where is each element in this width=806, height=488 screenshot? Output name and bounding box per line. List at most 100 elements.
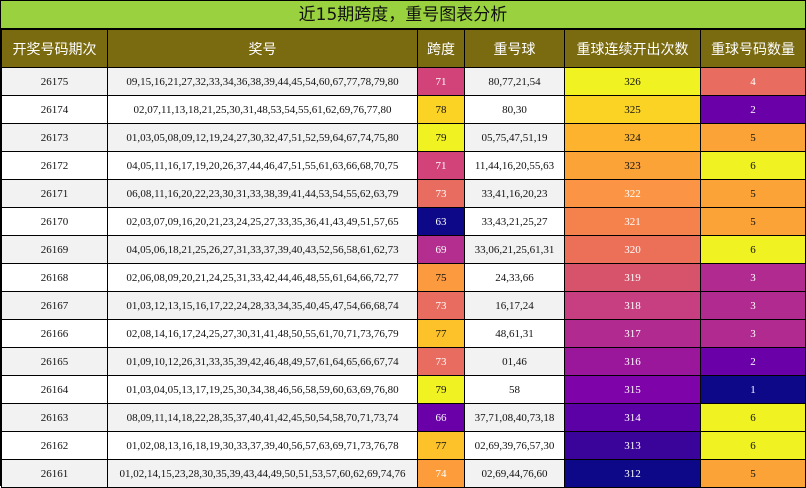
- cell-streak: 319: [564, 263, 701, 292]
- cell-period: 26165: [1, 347, 108, 376]
- cell-count: 2: [700, 95, 806, 124]
- cell-streak: 324: [564, 123, 701, 152]
- cell-numbers: 09,15,16,21,27,32,33,34,36,38,39,44,45,5…: [107, 67, 418, 96]
- header-count: 重球号码数量: [700, 29, 806, 68]
- cell-span: 73: [417, 347, 465, 376]
- cell-span: 71: [417, 151, 465, 180]
- table-row: 26170 02,03,07,09,16,20,21,23,24,25,27,33…: [1, 207, 806, 236]
- header-row: 开奖号码期次 奖号 跨度 重号球 重球连续开出次数 重球号码数量: [1, 29, 806, 68]
- cell-span: 77: [417, 319, 465, 348]
- cell-period: 26168: [1, 263, 108, 292]
- cell-numbers: 04,05,06,18,21,25,26,27,31,33,37,39,40,4…: [107, 235, 418, 264]
- table-row: 26163 08,09,11,14,18,22,28,35,37,40,41,42…: [1, 403, 806, 432]
- cell-period: 26173: [1, 123, 108, 152]
- cell-streak: 312: [564, 459, 701, 488]
- header-numbers: 奖号: [107, 29, 418, 68]
- cell-streak: 316: [564, 347, 701, 376]
- cell-span: 74: [417, 459, 465, 488]
- cell-period: 26166: [1, 319, 108, 348]
- cell-streak: 326: [564, 67, 701, 96]
- cell-streak: 320: [564, 235, 701, 264]
- cell-numbers: 02,07,11,13,18,21,25,30,31,48,53,54,55,6…: [107, 95, 418, 124]
- cell-count: 5: [700, 179, 806, 208]
- cell-period: 26167: [1, 291, 108, 320]
- cell-span: 77: [417, 431, 465, 460]
- cell-period: 26163: [1, 403, 108, 432]
- table-row: 26167 01,03,12,13,15,16,17,22,24,28,33,34…: [1, 291, 806, 320]
- table-row: 26166 02,08,14,16,17,24,25,27,30,31,41,48…: [1, 319, 806, 348]
- table-row: 26165 01,09,10,12,26,31,33,35,39,42,46,48…: [1, 347, 806, 376]
- cell-streak: 317: [564, 319, 701, 348]
- cell-numbers: 08,09,11,14,18,22,28,35,37,40,41,42,45,5…: [107, 403, 418, 432]
- cell-span: 63: [417, 207, 465, 236]
- cell-span: 73: [417, 291, 465, 320]
- cell-span: 78: [417, 95, 465, 124]
- cell-count: 3: [700, 263, 806, 292]
- cell-repeat: 80,77,21,54: [464, 67, 565, 96]
- cell-repeat: 05,75,47,51,19: [464, 123, 565, 152]
- table-body: 26175 09,15,16,21,27,32,33,34,36,38,39,44…: [1, 67, 806, 488]
- cell-count: 4: [700, 67, 806, 96]
- cell-streak: 321: [564, 207, 701, 236]
- cell-repeat: 37,71,08,40,73,18: [464, 403, 565, 432]
- table-row: 26161 01,02,14,15,23,28,30,35,39,43,44,49…: [1, 459, 806, 488]
- cell-span: 71: [417, 67, 465, 96]
- table-row: 26174 02,07,11,13,18,21,25,30,31,48,53,54…: [1, 95, 806, 124]
- cell-repeat: 80,30: [464, 95, 565, 124]
- cell-span: 75: [417, 263, 465, 292]
- cell-count: 6: [700, 403, 806, 432]
- cell-streak: 322: [564, 179, 701, 208]
- cell-period: 26172: [1, 151, 108, 180]
- cell-numbers: 06,08,11,16,20,22,23,30,31,33,38,39,41,4…: [107, 179, 418, 208]
- cell-count: 5: [700, 207, 806, 236]
- cell-numbers: 01,03,12,13,15,16,17,22,24,28,33,34,35,4…: [107, 291, 418, 320]
- cell-period: 26161: [1, 459, 108, 488]
- cell-repeat: 24,33,66: [464, 263, 565, 292]
- cell-numbers: 01,03,05,08,09,12,19,24,27,30,32,47,51,5…: [107, 123, 418, 152]
- cell-span: 66: [417, 403, 465, 432]
- cell-repeat: 02,69,39,76,57,30: [464, 431, 565, 460]
- cell-period: 26171: [1, 179, 108, 208]
- page-title: 近15期跨度，重号图表分析: [1, 1, 805, 29]
- cell-span: 79: [417, 123, 465, 152]
- cell-repeat: 33,41,16,20,23: [464, 179, 565, 208]
- table-row: 26169 04,05,06,18,21,25,26,27,31,33,37,39…: [1, 235, 806, 264]
- cell-numbers: 04,05,11,16,17,19,20,26,37,44,46,47,51,5…: [107, 151, 418, 180]
- cell-count: 1: [700, 375, 806, 404]
- table-row: 26164 01,03,04,05,13,17,19,25,30,34,38,46…: [1, 375, 806, 404]
- cell-repeat: 11,44,16,20,55,63: [464, 151, 565, 180]
- cell-period: 26170: [1, 207, 108, 236]
- cell-repeat: 58: [464, 375, 565, 404]
- cell-span: 73: [417, 179, 465, 208]
- cell-streak: 314: [564, 403, 701, 432]
- cell-numbers: 01,02,08,13,16,18,19,30,33,37,39,40,56,5…: [107, 431, 418, 460]
- cell-count: 2: [700, 347, 806, 376]
- cell-numbers: 01,02,14,15,23,28,30,35,39,43,44,49,50,5…: [107, 459, 418, 488]
- cell-period: 26164: [1, 375, 108, 404]
- cell-streak: 323: [564, 151, 701, 180]
- header-streak: 重球连续开出次数: [564, 29, 701, 68]
- cell-span: 79: [417, 375, 465, 404]
- cell-count: 6: [700, 151, 806, 180]
- cell-period: 26175: [1, 67, 108, 96]
- header-repeat: 重号球: [464, 29, 565, 68]
- cell-repeat: 33,06,21,25,61,31: [464, 235, 565, 264]
- chart-table-panel: 近15期跨度，重号图表分析 开奖号码期次 奖号 跨度 重号球 重球连续开出次数 …: [0, 0, 806, 488]
- table-row: 26173 01,03,05,08,09,12,19,24,27,30,32,47…: [1, 123, 806, 152]
- cell-numbers: 01,09,10,12,26,31,33,35,39,42,46,48,49,5…: [107, 347, 418, 376]
- cell-repeat: 01,46: [464, 347, 565, 376]
- table-row: 26168 02,06,08,09,20,21,24,25,31,33,42,44…: [1, 263, 806, 292]
- cell-count: 6: [700, 431, 806, 460]
- table-row: 26162 01,02,08,13,16,18,19,30,33,37,39,40…: [1, 431, 806, 460]
- table-row: 26175 09,15,16,21,27,32,33,34,36,38,39,44…: [1, 67, 806, 96]
- cell-numbers: 02,06,08,09,20,21,24,25,31,33,42,44,46,4…: [107, 263, 418, 292]
- cell-repeat: 02,69,44,76,60: [464, 459, 565, 488]
- cell-count: 5: [700, 459, 806, 488]
- table-row: 26171 06,08,11,16,20,22,23,30,31,33,38,39…: [1, 179, 806, 208]
- cell-streak: 315: [564, 375, 701, 404]
- cell-period: 26174: [1, 95, 108, 124]
- header-period: 开奖号码期次: [1, 29, 108, 68]
- cell-streak: 318: [564, 291, 701, 320]
- cell-count: 3: [700, 291, 806, 320]
- cell-count: 6: [700, 235, 806, 264]
